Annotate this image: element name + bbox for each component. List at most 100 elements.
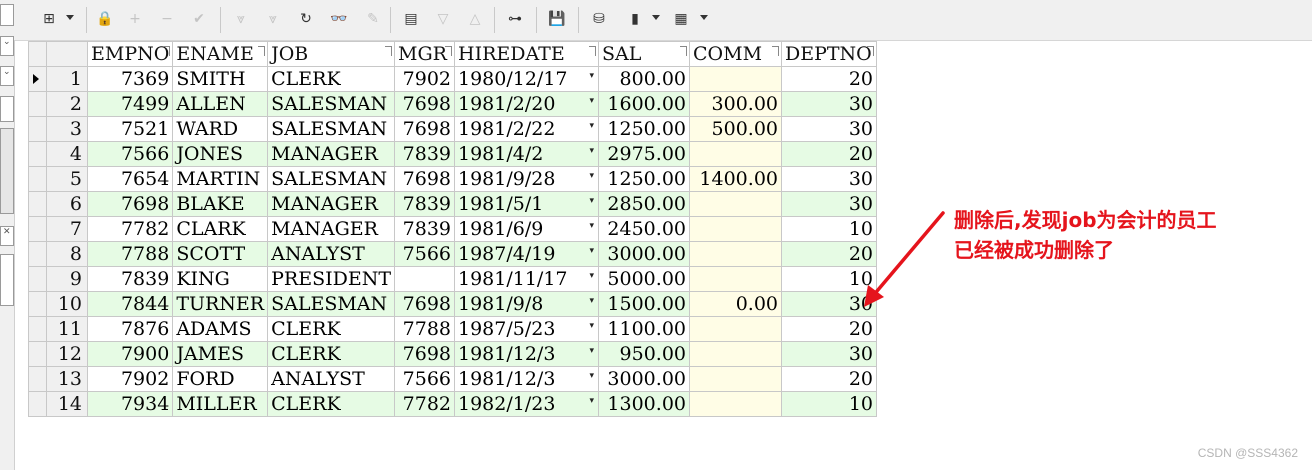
cell-deptno[interactable]: 30 — [781, 341, 877, 367]
table-row[interactable]: 13 7902 FORD ANALYST 7566 1981/12/3 ▾ 3000.00 20 — [28, 366, 877, 392]
cell-job[interactable]: SALESMAN — [267, 166, 395, 192]
column-sort-icon[interactable] — [445, 46, 452, 56]
cell-comm[interactable] — [689, 316, 782, 342]
column-sort-icon[interactable] — [385, 46, 392, 56]
cell-comm[interactable]: 500.00 — [689, 116, 782, 142]
lock-button[interactable]: 🔒 — [94, 8, 116, 30]
cell-ename[interactable]: JAMES — [172, 341, 269, 367]
export-button[interactable]: ▤ — [400, 8, 422, 30]
row-indicator[interactable] — [28, 316, 47, 342]
cell-sal[interactable]: 1500.00 — [598, 291, 690, 317]
date-dropdown-icon[interactable]: ▾ — [589, 221, 594, 231]
previous-record-button[interactable]: ▽ — [432, 8, 454, 30]
column-header-job[interactable]: JOB — [267, 41, 395, 67]
cell-sal[interactable]: 1300.00 — [598, 391, 690, 417]
table-row[interactable]: 11 7876 ADAMS CLERK 7788 1987/5/23 ▾ 1100.00 20 — [28, 316, 877, 342]
post-changes-button[interactable]: ✔ — [188, 8, 210, 30]
left-pane-dropdown-2[interactable]: ⌄ — [0, 66, 14, 86]
cell-empno[interactable]: 7876 — [86, 316, 174, 342]
cell-hiredate[interactable]: 1981/12/3 ▾ — [454, 341, 599, 367]
table-row[interactable]: 2 7499 ALLEN SALESMAN 7698 1981/2/20 ▾ 1600.00 3… — [28, 91, 877, 117]
cell-ename[interactable]: TURNER — [172, 291, 269, 317]
left-pane-scrollbar[interactable] — [0, 128, 14, 214]
cell-comm[interactable]: 1400.00 — [689, 166, 782, 192]
cell-deptno[interactable]: 30 — [781, 116, 877, 142]
row-number[interactable]: 5 — [46, 166, 88, 192]
cell-deptno[interactable]: 20 — [781, 141, 877, 167]
cell-mgr[interactable]: 7698 — [394, 341, 455, 367]
cell-sal[interactable]: 3000.00 — [598, 241, 690, 267]
row-number[interactable]: 2 — [46, 91, 88, 117]
column-sort-icon[interactable] — [589, 46, 596, 56]
date-dropdown-icon[interactable]: ▾ — [589, 346, 594, 356]
cell-sal[interactable]: 1100.00 — [598, 316, 690, 342]
cell-hiredate[interactable]: 1980/12/17 ▾ — [454, 66, 599, 92]
delete-record-button[interactable]: − — [156, 8, 178, 30]
cell-mgr[interactable]: 7566 — [394, 366, 455, 392]
cell-mgr[interactable]: 7839 — [394, 216, 455, 242]
cell-job[interactable]: SALESMAN — [267, 291, 395, 317]
cell-hiredate[interactable]: 1987/5/23 ▾ — [454, 316, 599, 342]
row-indicator[interactable] — [28, 291, 47, 317]
cell-hiredate[interactable]: 1981/2/22 ▾ — [454, 116, 599, 142]
cell-comm[interactable] — [689, 391, 782, 417]
date-dropdown-icon[interactable]: ▾ — [589, 296, 594, 306]
cell-hiredate[interactable]: 1982/1/23 ▾ — [454, 391, 599, 417]
date-dropdown-icon[interactable]: ▾ — [589, 271, 594, 281]
table-row[interactable]: 10 7844 TURNER SALESMAN 7698 1981/9/8 ▾ 1500.00… — [28, 291, 877, 317]
cell-mgr[interactable]: 7782 — [394, 391, 455, 417]
cell-deptno[interactable]: 20 — [781, 316, 877, 342]
row-indicator[interactable] — [28, 91, 47, 117]
cell-ename[interactable]: BLAKE — [172, 191, 269, 217]
cell-mgr[interactable]: 7839 — [394, 141, 455, 167]
date-dropdown-icon[interactable]: ▾ — [589, 121, 594, 131]
chart-dropdown-chevron-icon[interactable] — [652, 15, 660, 20]
left-pane-close[interactable]: ✕ — [0, 226, 14, 246]
cell-empno[interactable]: 7839 — [86, 266, 174, 292]
next-record-button[interactable]: △ — [464, 8, 486, 30]
cell-mgr[interactable]: 7902 — [394, 66, 455, 92]
table-row[interactable]: 5 7654 MARTIN SALESMAN 7698 1981/9/28 ▾ 1250.00… — [28, 166, 877, 192]
chart-button[interactable]: ▮ — [624, 8, 646, 30]
cell-mgr[interactable]: 7698 — [394, 116, 455, 142]
cell-empno[interactable]: 7698 — [86, 191, 174, 217]
row-indicator[interactable] — [28, 166, 47, 192]
cell-job[interactable]: SALESMAN — [267, 91, 395, 117]
row-indicator[interactable] — [28, 341, 47, 367]
cell-hiredate[interactable]: 1987/4/19 ▾ — [454, 241, 599, 267]
cell-hiredate[interactable]: 1981/9/28 ▾ — [454, 166, 599, 192]
column-header-sal[interactable]: SAL — [598, 41, 690, 67]
date-dropdown-icon[interactable]: ▾ — [589, 321, 594, 331]
cell-job[interactable]: ANALYST — [267, 366, 395, 392]
database-button[interactable]: ⛁ — [588, 8, 610, 30]
row-number[interactable]: 8 — [46, 241, 88, 267]
cell-ename[interactable]: KING — [172, 266, 269, 292]
cell-comm[interactable] — [689, 66, 782, 92]
cell-ename[interactable]: MILLER — [172, 391, 269, 417]
row-indicator[interactable] — [28, 366, 47, 392]
cell-hiredate[interactable]: 1981/9/8 ▾ — [454, 291, 599, 317]
table-row[interactable]: 6 7698 BLAKE MANAGER 7839 1981/5/1 ▾ 2850.00 30 — [28, 191, 877, 217]
cell-mgr[interactable] — [394, 266, 455, 292]
table-dropdown-chevron-icon[interactable] — [700, 15, 708, 20]
date-dropdown-icon[interactable]: ▾ — [589, 246, 594, 256]
row-number[interactable]: 13 — [46, 366, 88, 392]
cell-empno[interactable]: 7369 — [86, 66, 174, 92]
fetch-next-button[interactable]: ⩔ — [230, 8, 252, 30]
column-sort-icon[interactable] — [772, 46, 779, 56]
cell-sal[interactable]: 950.00 — [598, 341, 690, 367]
cell-hiredate[interactable]: 1981/5/1 ▾ — [454, 191, 599, 217]
cell-ename[interactable]: MARTIN — [172, 166, 269, 192]
table-row[interactable]: 8 7788 SCOTT ANALYST 7566 1987/4/19 ▾ 3000.00 20 — [28, 241, 877, 267]
column-sort-icon[interactable] — [867, 46, 874, 56]
left-pane-dropdown[interactable]: ⌄ — [0, 36, 14, 56]
cell-ename[interactable]: FORD — [172, 366, 269, 392]
column-sort-icon[interactable] — [258, 46, 266, 56]
row-indicator[interactable] — [28, 216, 47, 242]
row-number[interactable]: 1 — [46, 66, 88, 92]
row-number[interactable]: 7 — [46, 216, 88, 242]
cell-hiredate[interactable]: 1981/12/3 ▾ — [454, 366, 599, 392]
grid-view-button[interactable]: ⊞ — [38, 8, 60, 30]
row-number[interactable]: 11 — [46, 316, 88, 342]
insert-record-button[interactable]: + — [124, 8, 146, 30]
